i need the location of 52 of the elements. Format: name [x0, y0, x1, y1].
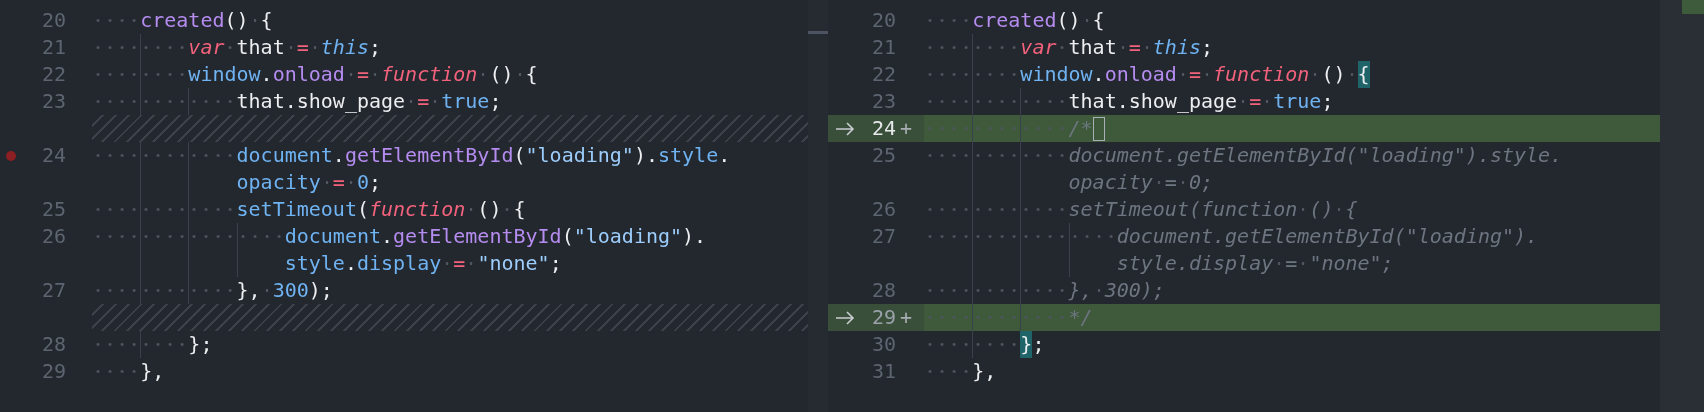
code-line: document.getElementById("loading"). — [92, 223, 707, 250]
line-number: 29 — [870, 304, 896, 331]
arrow-icon[interactable] — [835, 121, 855, 136]
line-number: 26 — [870, 196, 896, 223]
line-number: 25 — [870, 142, 896, 169]
code-line: */ — [924, 304, 1093, 331]
scrollbar-thumb — [808, 31, 828, 34]
line-number: 24 — [870, 115, 896, 142]
line-number: 21 — [40, 34, 66, 61]
line-number: 24 — [40, 142, 66, 169]
line-number: 27 — [40, 277, 66, 304]
code-line: window.onload = function () { — [924, 61, 1370, 88]
line-number: 26 — [40, 223, 66, 250]
code-line: document.getElementById("loading").style. — [924, 142, 1563, 169]
line-number: 20 — [870, 7, 896, 34]
code-line: }, 300); — [924, 277, 1165, 304]
line-number: 22 — [40, 61, 66, 88]
code-line: var that = this; — [924, 34, 1214, 61]
line-number: 30 — [870, 331, 896, 358]
code-line: style.display = "none"; — [92, 250, 562, 277]
code-line: created() { — [924, 7, 1105, 34]
line-number: 23 — [40, 88, 66, 115]
code-line: setTimeout(function () { — [92, 196, 526, 223]
line-number: 23 — [870, 88, 896, 115]
code-line: }, 300); — [92, 277, 333, 304]
change-indicator — [1682, 0, 1704, 14]
code-line: style.display = "none"; — [924, 250, 1394, 277]
code-line: }; — [92, 331, 213, 358]
line-number: 28 — [40, 331, 66, 358]
arrow-icon[interactable] — [835, 310, 855, 325]
code-line: that.show_page = true; — [924, 88, 1334, 115]
line-number: 28 — [870, 277, 896, 304]
line-number: 25 — [40, 196, 66, 223]
code-line: window.onload = function () { — [92, 61, 538, 88]
code-line: that.show_page = true; — [92, 88, 502, 115]
code-line: opacity = 0; — [924, 169, 1214, 196]
line-number: 21 — [870, 34, 896, 61]
code-line: /* — [924, 115, 1093, 142]
line-number: 20 — [40, 7, 66, 34]
code-line: var that = this; — [92, 34, 382, 61]
code-line: setTimeout(function () { — [924, 196, 1358, 223]
line-number: 27 — [870, 223, 896, 250]
line-number: 29 — [40, 358, 66, 385]
line-number: 22 — [870, 61, 896, 88]
change-marker: + — [898, 115, 913, 142]
code-line: }; — [924, 331, 1045, 358]
line-number: 31 — [870, 358, 896, 385]
code-line: created() { — [92, 7, 273, 34]
change-marker: + — [898, 304, 913, 331]
code-line: opacity = 0; — [92, 169, 382, 196]
code-line: document.getElementById("loading").style. — [92, 142, 731, 169]
code-line: document.getElementById("loading"). — [924, 223, 1539, 250]
